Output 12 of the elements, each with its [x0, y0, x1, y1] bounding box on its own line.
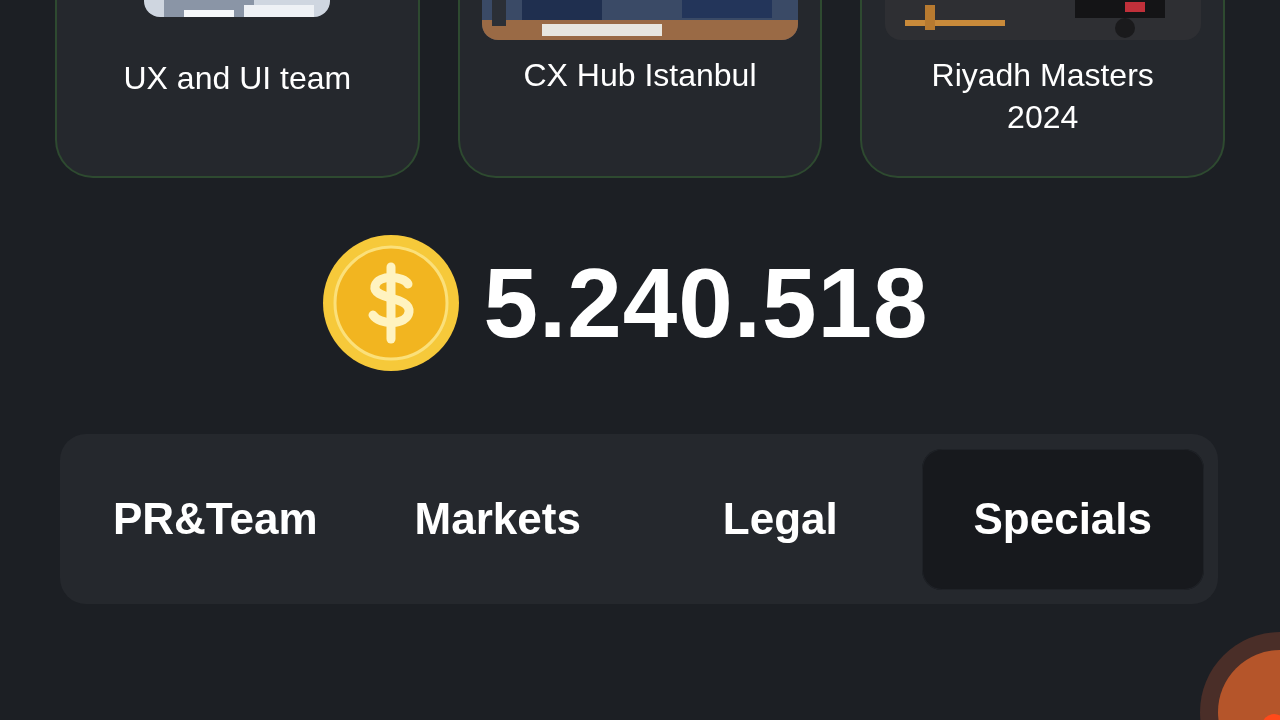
tab[interactable]: Specials: [921, 448, 1204, 590]
card[interactable]: UX and UI team: [55, 0, 420, 178]
card-title: CX Hub Istanbul: [522, 56, 758, 95]
card[interactable]: CX Hub Istanbul: [457, 0, 823, 178]
card-title: UX and UI team: [122, 59, 353, 98]
tab[interactable]: Markets: [356, 448, 639, 590]
card-title: Riyadh Masters 2024: [930, 56, 1155, 137]
coin-icon: [321, 234, 460, 372]
tab[interactable]: PR&Team: [74, 448, 357, 590]
card[interactable]: Riyadh Masters 2024: [860, 0, 1225, 178]
tab[interactable]: Legal: [639, 448, 922, 590]
coin-balance: 5.240.518: [483, 246, 929, 360]
